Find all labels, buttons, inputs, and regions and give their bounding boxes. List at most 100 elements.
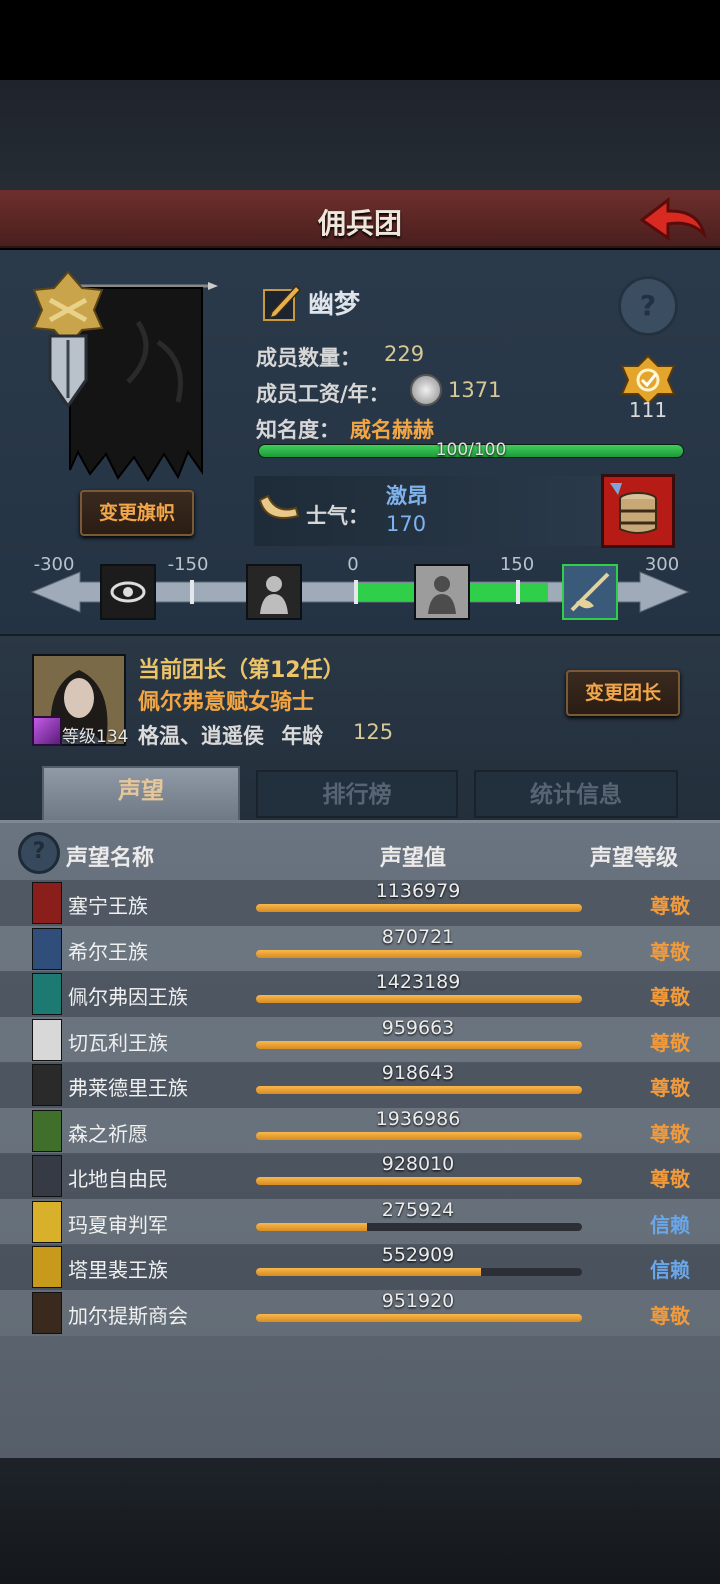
leader-titles: 格温、逍遥侯 bbox=[138, 724, 264, 748]
staff-icon bbox=[32, 716, 62, 746]
mercenary-name: 幽梦 bbox=[308, 290, 361, 320]
column-header-level: 声望等级 bbox=[590, 846, 679, 871]
reputation-bar bbox=[256, 995, 582, 1003]
reputation-level: 信赖 bbox=[650, 1212, 690, 1237]
question-icon: ? bbox=[639, 289, 657, 322]
faction-crest-icon bbox=[32, 1200, 62, 1243]
reputation-value: 918643 bbox=[381, 1062, 455, 1084]
faction-name: 佩尔弗因王族 bbox=[68, 985, 188, 1009]
reputation-bar-fill bbox=[256, 1040, 582, 1049]
back-arrow-icon bbox=[639, 196, 707, 241]
tab-reputation[interactable]: 声望 bbox=[42, 766, 240, 820]
table-row[interactable]: 塞宁王族 1136979 尊敬 bbox=[0, 880, 720, 926]
table-row[interactable]: 佩尔弗因王族 1423189 尊敬 bbox=[0, 971, 720, 1017]
morale-tick: 0 bbox=[347, 554, 359, 575]
barrel-icon[interactable] bbox=[601, 474, 675, 548]
tab-ranking[interactable]: 排行榜 bbox=[256, 770, 458, 818]
reputation-bar bbox=[256, 1040, 582, 1049]
faction-crest-icon bbox=[32, 1246, 62, 1288]
faction-crest-icon bbox=[32, 973, 62, 1015]
status-area bbox=[0, 0, 720, 80]
table-row[interactable]: 森之祈愿 1936986 尊敬 bbox=[0, 1107, 720, 1154]
table-row[interactable]: 弗莱德里王族 918643 尊敬 bbox=[0, 1062, 720, 1108]
change-leader-button[interactable]: 变更团长 bbox=[566, 670, 680, 716]
elated-charge-icon[interactable] bbox=[562, 564, 618, 620]
leader-age-label: 年龄 bbox=[281, 724, 324, 748]
reputation-bar bbox=[256, 949, 582, 958]
leader-level: 等级134 bbox=[62, 727, 129, 747]
reputation-level: 尊敬 bbox=[650, 1303, 690, 1328]
reputation-value: 1136979 bbox=[375, 880, 461, 902]
calm-figure-icon[interactable] bbox=[414, 564, 470, 620]
despair-eye-icon[interactable] bbox=[100, 564, 156, 620]
top-backdrop bbox=[0, 80, 720, 190]
leader-info: 格温、逍遥侯 年龄 bbox=[138, 720, 323, 750]
morale-tick: -150 bbox=[167, 554, 209, 575]
table-row[interactable]: 北地自由民 928010 尊敬 bbox=[0, 1153, 720, 1199]
faction-name: 塔里裴王族 bbox=[68, 1258, 168, 1282]
reputation-level: 尊敬 bbox=[650, 1167, 690, 1191]
fear-figure-icon[interactable] bbox=[246, 564, 302, 620]
back-button[interactable] bbox=[638, 196, 708, 246]
reputation-value: 1936986 bbox=[375, 1107, 461, 1130]
faction-crest-icon bbox=[32, 927, 62, 970]
morale-tick: 150 bbox=[499, 554, 535, 575]
table-row[interactable]: 加尔提斯商会 951920 尊敬 bbox=[0, 1289, 720, 1336]
faction-crest-icon bbox=[32, 1064, 62, 1106]
morale-label: 士气： bbox=[306, 504, 369, 528]
reputation-help-button[interactable]: ? bbox=[18, 832, 60, 874]
reputation-value: 552909 bbox=[381, 1244, 455, 1266]
faction-name: 希尔王族 bbox=[68, 939, 148, 964]
reputation-bar-fill bbox=[256, 1268, 481, 1276]
help-button[interactable]: ? bbox=[618, 276, 678, 336]
faction-crest-icon bbox=[32, 1109, 62, 1152]
reputation-level: 信赖 bbox=[650, 1258, 690, 1282]
morale-scale: -300 -150 0 150 300 bbox=[30, 552, 690, 628]
bottom-backdrop bbox=[0, 1458, 720, 1584]
edit-name-icon[interactable] bbox=[262, 282, 302, 322]
reputation-bar bbox=[256, 904, 582, 912]
faction-name: 弗莱德里王族 bbox=[68, 1076, 188, 1100]
table-row[interactable]: 切瓦利王族 959663 尊敬 bbox=[0, 1016, 720, 1063]
target-badge-icon[interactable] bbox=[616, 354, 680, 404]
table-row[interactable]: 塔里裴王族 552909 信赖 bbox=[0, 1244, 720, 1290]
reputation-bar bbox=[256, 1222, 582, 1231]
faction-name: 森之祈愿 bbox=[68, 1121, 148, 1146]
table-row[interactable]: 希尔王族 870721 尊敬 bbox=[0, 925, 720, 972]
reputation-bar-fill bbox=[256, 904, 582, 912]
change-banner-button[interactable]: 变更旗帜 bbox=[80, 490, 194, 536]
reputation-value: 275924 bbox=[381, 1198, 455, 1221]
reputation-value: 928010 bbox=[381, 1153, 455, 1175]
reputation-bar-fill bbox=[256, 949, 582, 958]
reputation-value: 1423189 bbox=[375, 971, 461, 993]
faction-name: 塞宁王族 bbox=[68, 894, 148, 918]
reputation-level: 尊敬 bbox=[650, 985, 690, 1009]
morale-tick: 300 bbox=[644, 554, 680, 575]
leader-age: 125 bbox=[353, 720, 394, 744]
faction-crest-icon bbox=[32, 882, 62, 924]
reputation-bar-fill bbox=[256, 1086, 582, 1094]
morale-value: 170 bbox=[386, 512, 427, 536]
page-header: 佣兵团 bbox=[0, 190, 720, 248]
reputation-bar-fill bbox=[256, 1222, 367, 1231]
page-title: 佣兵团 bbox=[317, 207, 402, 240]
crest-emblem-icon bbox=[32, 270, 104, 409]
table-row[interactable]: 玛夏审判军 275924 信赖 bbox=[0, 1198, 720, 1245]
barrel-graphic-icon bbox=[610, 483, 657, 534]
reputation-bar-fill bbox=[256, 995, 582, 1003]
reputation-bar bbox=[256, 1086, 582, 1094]
faction-crest-icon bbox=[32, 1291, 62, 1334]
reputation-level: 尊敬 bbox=[650, 894, 690, 918]
reputation-bar bbox=[256, 1131, 582, 1140]
question-icon: ? bbox=[32, 839, 46, 864]
faction-crest-icon bbox=[32, 1155, 62, 1197]
leader-name: 佩尔弗意赋女骑士 bbox=[138, 690, 315, 715]
tab-statistics[interactable]: 统计信息 bbox=[474, 770, 678, 818]
faction-name: 玛夏审判军 bbox=[68, 1212, 168, 1237]
horn-icon bbox=[258, 494, 300, 519]
salary-value: 1371 bbox=[448, 378, 502, 402]
faction-name: 北地自由民 bbox=[68, 1167, 168, 1191]
badge-count: 111 bbox=[628, 398, 668, 422]
reputation-level: 尊敬 bbox=[650, 1030, 690, 1055]
reputation-level: 尊敬 bbox=[650, 1076, 690, 1100]
